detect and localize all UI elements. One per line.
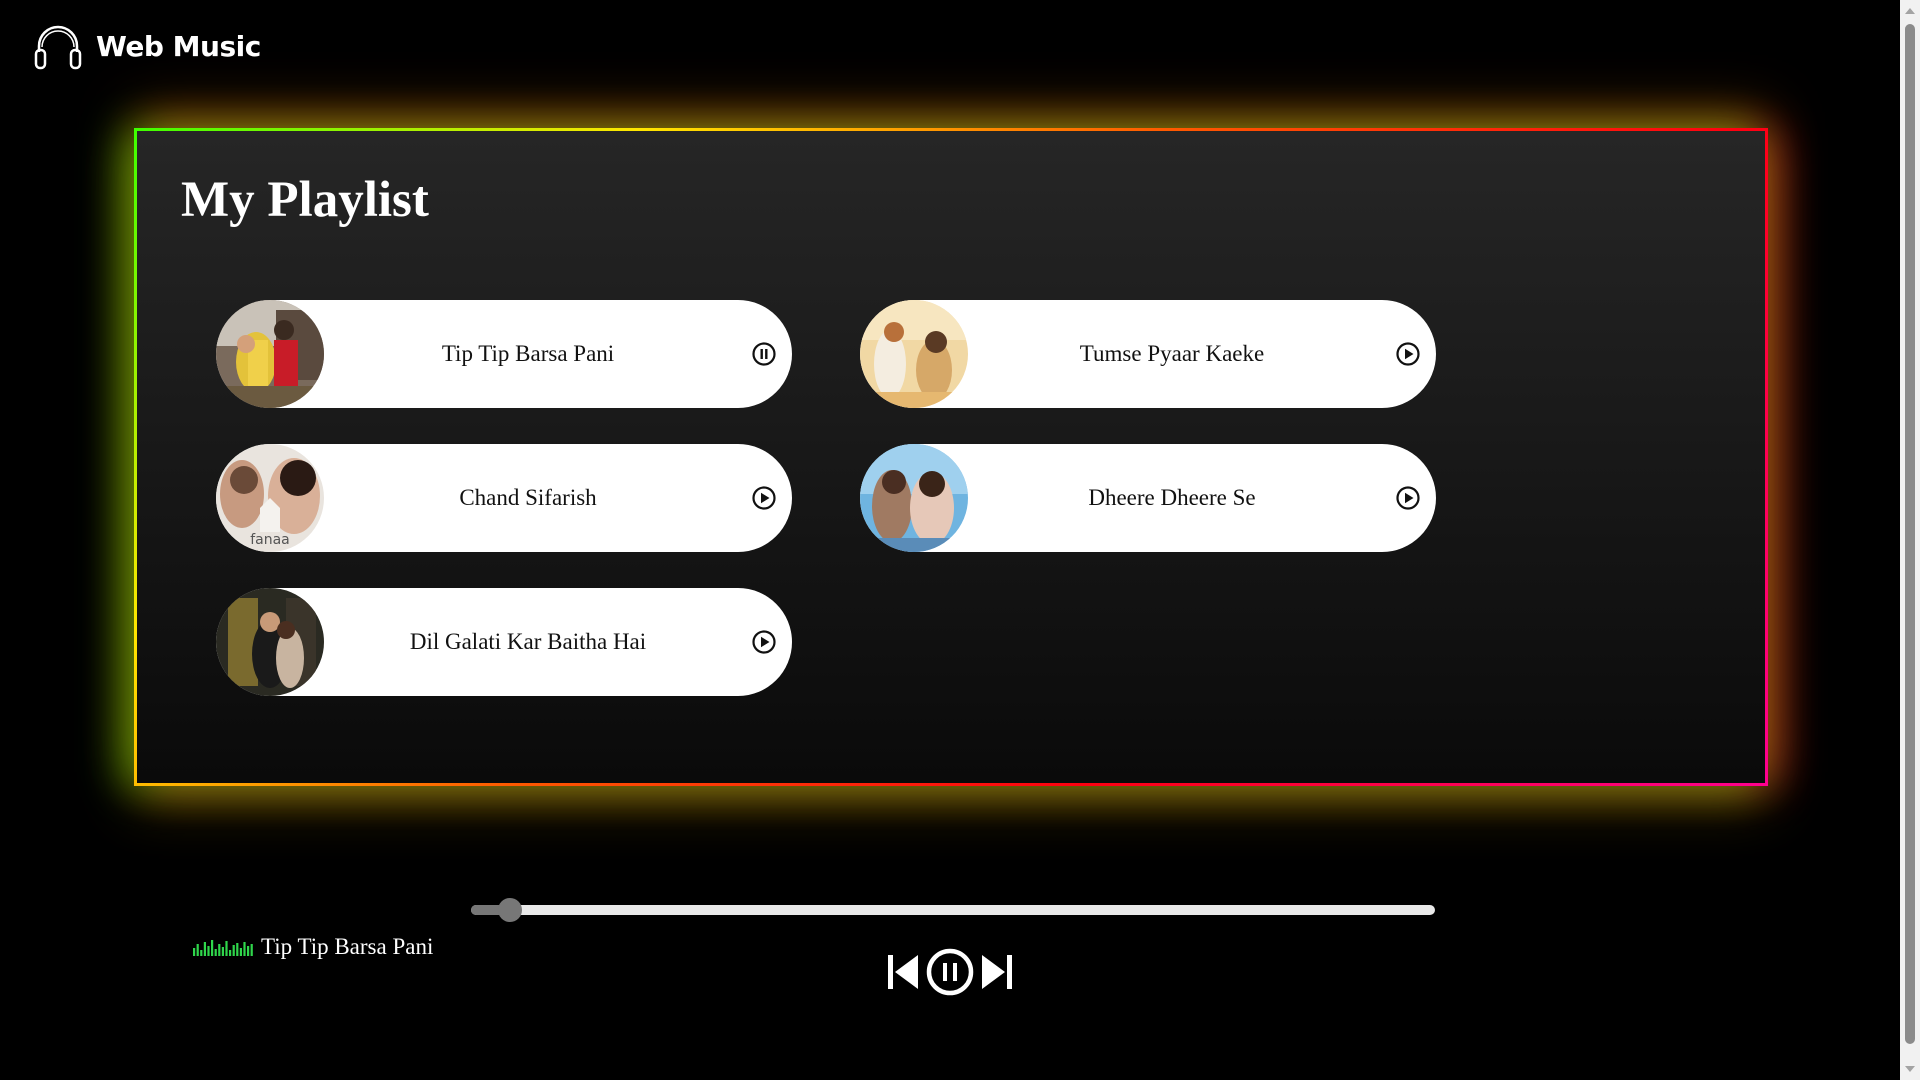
now-playing-title: Tip Tip Barsa Pani: [261, 934, 434, 959]
pause-circle-icon[interactable]: [924, 946, 976, 998]
song-item-dil-galati-kar-baitha-hai[interactable]: Dil Galati Kar Baitha Hai: [216, 588, 792, 696]
song-title: Tip Tip Barsa Pani: [441, 341, 615, 366]
playlist-heading: My Playlist: [181, 172, 429, 228]
scroll-up-arrow-icon[interactable]: [1905, 8, 1915, 14]
song-thumbnail: [216, 300, 324, 408]
song-title: Chand Sifarish: [459, 485, 597, 510]
song-thumbnail: [860, 300, 968, 408]
play-circle-icon[interactable]: [1394, 340, 1422, 368]
navbar: Web Music: [0, 0, 1900, 92]
skip-previous-icon[interactable]: [886, 952, 920, 992]
song-title: Dheere Dheere Se: [1088, 485, 1256, 510]
pause-circle-icon[interactable]: [750, 340, 778, 368]
song-title: Tumse Pyaar Kaeke: [1079, 341, 1265, 366]
song-thumbnail: fanaa: [216, 444, 324, 552]
skip-next-icon[interactable]: [980, 952, 1014, 992]
play-circle-icon[interactable]: [1394, 484, 1422, 512]
song-item-tumse-pyaar-kaeke[interactable]: Tumse Pyaar Kaeke: [860, 300, 1436, 408]
song-item-tip-tip-barsa-pani[interactable]: Tip Tip Barsa Pani: [216, 300, 792, 408]
progress-bar[interactable]: [471, 898, 1435, 922]
scrollbar-thumb[interactable]: [1905, 24, 1915, 1044]
app-title: Web Music: [96, 29, 261, 63]
album-art-image: fanaa: [216, 444, 324, 552]
song-thumbnail: [860, 444, 968, 552]
scroll-down-arrow-icon[interactable]: [1905, 1066, 1915, 1072]
song-title: Dil Galati Kar Baitha Hai: [409, 629, 647, 654]
player-bar: Tip Tip Barsa Pani: [0, 860, 1900, 1000]
playlist-panel: My Playlist Tip Tip Barsa Pani Tumse Pya…: [134, 128, 1768, 786]
playlist-panel-inner: My Playlist Tip Tip Barsa Pani Tumse Pya…: [137, 131, 1765, 783]
album-art-image: [216, 300, 324, 408]
playback-controls: [886, 946, 1014, 998]
album-art-image: [860, 300, 968, 408]
headphones-icon: [34, 25, 82, 70]
brand-logo-link[interactable]: Web Music: [32, 20, 261, 72]
song-item-chand-sifarish[interactable]: fanaa Chand Sifarish: [216, 444, 792, 552]
song-item-dheere-dheere-se[interactable]: Dheere Dheere Se: [860, 444, 1436, 552]
thumbnail-label: fanaa: [250, 532, 290, 548]
page-scrollbar[interactable]: [1900, 0, 1920, 1080]
play-circle-icon[interactable]: [750, 628, 778, 656]
progress-slider-handle[interactable]: [497, 898, 522, 922]
album-art-image: [860, 444, 968, 552]
equalizer-icon: [193, 940, 253, 956]
song-thumbnail: [216, 588, 324, 696]
play-circle-icon[interactable]: [750, 484, 778, 512]
now-playing: Tip Tip Barsa Pani: [193, 934, 433, 960]
album-art-image: [216, 588, 324, 696]
